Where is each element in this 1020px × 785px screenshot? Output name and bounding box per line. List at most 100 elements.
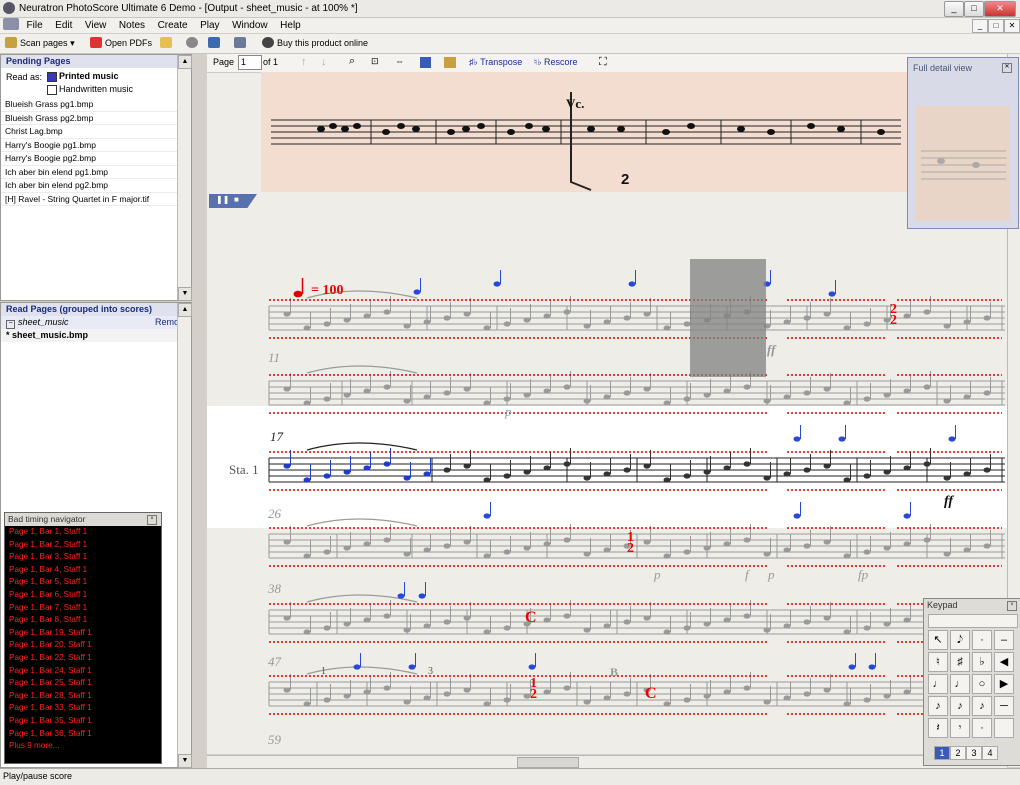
close-icon[interactable]: ×	[147, 515, 157, 525]
time-signature-c[interactable]: C	[525, 609, 537, 627]
accent-icon[interactable]: 𝅘𝅥𝅮	[950, 630, 970, 650]
settings-button[interactable]	[186, 36, 201, 51]
music-score[interactable]	[207, 54, 1007, 754]
bad-timing-row[interactable]: Page 1, Bar 33, Staff 1	[5, 702, 161, 715]
keypad-page-1[interactable]: 1	[934, 746, 950, 760]
bad-timing-row[interactable]: Page 1, Bar 4, Staff 1	[5, 564, 161, 577]
blank-key[interactable]	[994, 718, 1014, 738]
bad-timing-row[interactable]: Page 1, Bar 1, Staff 1	[5, 526, 161, 539]
collapse-icon[interactable]: −	[6, 320, 15, 329]
bad-timing-row[interactable]: Page 1, Bar 22, Staff 1	[5, 652, 161, 665]
read-file-row[interactable]: * sheet_music.bmp	[1, 329, 191, 342]
menu-help[interactable]: Help	[275, 18, 306, 33]
next-icon[interactable]: ▶	[994, 674, 1014, 694]
bad-timing-row[interactable]: Page 1, Bar 8, Staff 1	[5, 614, 161, 627]
mdi-restore-button[interactable]: □	[988, 19, 1004, 33]
menu-window[interactable]: Window	[227, 18, 273, 33]
scroll-down-icon[interactable]: ▼	[178, 754, 192, 768]
bad-timing-row[interactable]: Page 1, Bar 2, Staff 1	[5, 539, 161, 552]
bad-timing-row[interactable]: Plus 9 more...	[5, 740, 161, 753]
bad-timing-row[interactable]: Page 1, Bar 20, Staff 1	[5, 639, 161, 652]
natural-icon[interactable]: ♮	[928, 652, 948, 672]
bad-timing-row[interactable]: Page 1, Bar 25, Staff 1	[5, 677, 161, 690]
bad-timing-row[interactable]: Page 1, Bar 28, Staff 1	[5, 690, 161, 703]
menu-notes[interactable]: Notes	[114, 18, 150, 33]
scroll-down-icon[interactable]: ▼	[178, 287, 192, 301]
scroll-thumb[interactable]	[517, 757, 579, 768]
menu-play[interactable]: Play	[195, 18, 224, 33]
menu-view[interactable]: View	[80, 18, 112, 33]
pending-file-row[interactable]: Harry's Boogie pg2.bmp	[1, 152, 191, 166]
printed-checkbox[interactable]	[47, 72, 57, 82]
score-group-row[interactable]: − sheet_music Remove	[1, 316, 191, 329]
keypad-page-3[interactable]: 3	[966, 746, 982, 760]
pending-file-row[interactable]: Harry's Boogie pg1.bmp	[1, 139, 191, 152]
scan-pages-button[interactable]: Scan pages ▾	[5, 36, 75, 51]
keypad-page-4[interactable]: 4	[982, 746, 998, 760]
keypad-page-2[interactable]: 2	[950, 746, 966, 760]
menu-create[interactable]: Create	[153, 18, 193, 33]
bad-timing-row[interactable]: Page 1, Bar 6, Staff 1	[5, 589, 161, 602]
buy-online-button[interactable]: Buy this product online	[262, 36, 368, 51]
time-signature-1-2-b[interactable]: 12	[530, 677, 537, 702]
score-view[interactable]: Page 1 of 1 ↑ ↓ ⌕ ⊡ ⇔ ♯♭ Transpose ♮♭ Re…	[207, 54, 1007, 754]
bad-timing-row[interactable]: Page 1, Bar 5, Staff 1	[5, 576, 161, 589]
pending-file-row[interactable]: Christ Lag.bmp	[1, 125, 191, 139]
time-signature-1-2[interactable]: 12	[627, 531, 634, 556]
eighth-note-icon-3[interactable]: ♪	[972, 696, 992, 716]
scroll-up-icon[interactable]: ▲	[178, 303, 192, 317]
eighth-note-icon-2[interactable]: ♪	[950, 696, 970, 716]
menu-edit[interactable]: Edit	[50, 18, 77, 33]
minimize-button[interactable]: _	[944, 1, 964, 17]
close-button[interactable]: ✕	[984, 1, 1016, 17]
quarter-note-icon-2[interactable]: ♩	[950, 674, 970, 694]
mdi-minimize-button[interactable]: _	[972, 19, 988, 33]
pending-file-row[interactable]: Ich aber bin elend pg2.bmp	[1, 179, 191, 193]
maximize-button[interactable]: □	[964, 1, 984, 17]
pending-file-row[interactable]: Blueish Grass pg2.bmp	[1, 112, 191, 125]
chevron-down-icon[interactable]: ▾	[70, 38, 75, 48]
pending-scrollbar[interactable]: ▲ ▼	[177, 55, 192, 301]
rest-icon-2[interactable]: 𝄾	[950, 718, 970, 738]
pending-file-row[interactable]: [H] Ravel - String Quartet in F major.ti…	[1, 193, 191, 206]
open-folder-button[interactable]	[160, 36, 175, 51]
tie-icon[interactable]: ─	[994, 696, 1014, 716]
bad-timing-row[interactable]: Page 1, Bar 35, Staff 1	[5, 715, 161, 728]
tenuto-icon[interactable]: –	[994, 630, 1014, 650]
scroll-up-icon[interactable]: ▲	[178, 55, 192, 69]
full-detail-view[interactable]: Full detail view ✕	[907, 57, 1019, 229]
dot-icon[interactable]: ·	[972, 718, 992, 738]
pending-file-row[interactable]: Ich aber bin elend pg1.bmp	[1, 166, 191, 179]
sharp-icon[interactable]: ♯	[950, 652, 970, 672]
time-signature-2-2[interactable]: 22	[890, 303, 897, 328]
time-signature-c-2[interactable]: C	[645, 685, 657, 703]
bad-timing-row[interactable]: Page 1, Bar 36, Staff 1	[5, 728, 161, 741]
staccato-icon[interactable]: ·	[972, 630, 992, 650]
eighth-note-icon[interactable]: ♪	[928, 696, 948, 716]
open-pdfs-button[interactable]: Open PDFs	[90, 36, 152, 51]
selection-box[interactable]	[690, 259, 766, 377]
mdi-close-button[interactable]: ✕	[1004, 19, 1020, 33]
bad-timing-row[interactable]: Page 1, Bar 3, Staff 1	[5, 551, 161, 564]
pointer-icon[interactable]: ↖	[928, 630, 948, 650]
prev-icon[interactable]: ◀	[994, 652, 1014, 672]
bad-timing-row[interactable]: Page 1, Bar 7, Staff 1	[5, 602, 161, 615]
bad-timing-row[interactable]: Page 1, Bar 24, Staff 1	[5, 665, 161, 678]
close-icon[interactable]: ×	[1007, 601, 1017, 611]
read-scrollbar[interactable]: ▲ ▼	[177, 303, 192, 768]
tempo-marking[interactable]: = 100	[311, 283, 343, 299]
flat-icon[interactable]: ♭	[972, 652, 992, 672]
keypad-mode-tabs[interactable]	[928, 614, 1018, 628]
handwritten-checkbox[interactable]	[47, 85, 57, 95]
rest-icon[interactable]: 𝄽	[928, 718, 948, 738]
quarter-note-icon[interactable]: ♩	[928, 674, 948, 694]
home-button[interactable]	[234, 36, 249, 51]
detail-close-button[interactable]: ✕	[1002, 63, 1012, 73]
document-icon[interactable]	[3, 18, 19, 30]
bad-timing-row[interactable]: Page 1, Bar 19, Staff 1	[5, 627, 161, 640]
pending-file-row[interactable]: Blueish Grass pg1.bmp	[1, 98, 191, 112]
menu-file[interactable]: File	[22, 18, 48, 33]
whole-note-icon[interactable]: ○	[972, 674, 992, 694]
score-horizontal-scrollbar[interactable]	[207, 755, 1007, 768]
help-book-button[interactable]	[208, 36, 223, 51]
